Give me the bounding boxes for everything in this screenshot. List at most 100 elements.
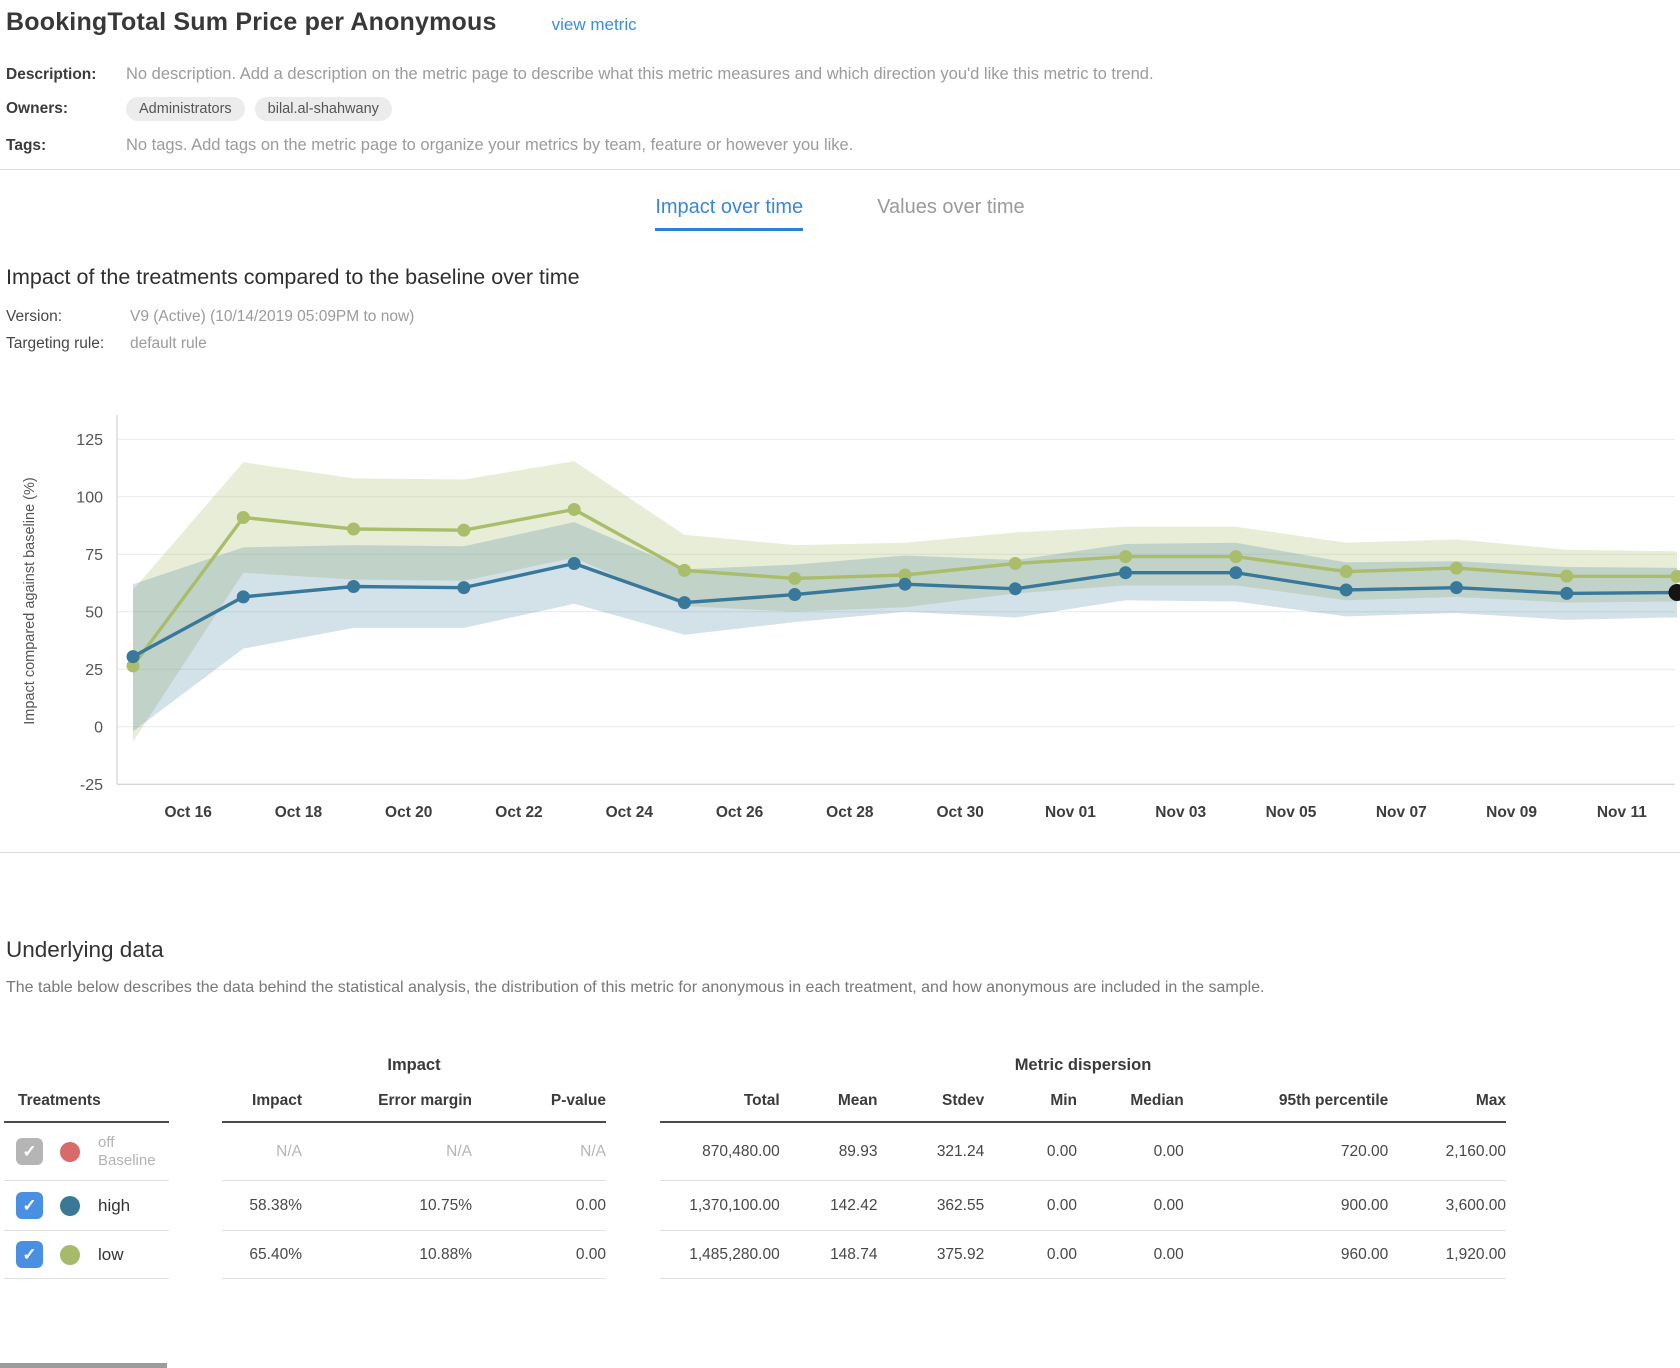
svg-text:0: 0 xyxy=(94,719,103,736)
treatment-checkbox-low[interactable]: ✓ xyxy=(16,1241,43,1268)
cell-impact: 65.40% xyxy=(222,1246,302,1264)
col-p-value: P-value xyxy=(472,1092,606,1110)
treatment-color-dot-low xyxy=(60,1245,80,1265)
svg-text:125: 125 xyxy=(76,432,103,449)
svg-text:Nov 05: Nov 05 xyxy=(1266,804,1317,821)
cell-max: 1,920.00 xyxy=(1388,1246,1506,1264)
targeting-rule-label: Targeting rule: xyxy=(6,335,130,353)
treatment-checkbox-off[interactable]: ✓ xyxy=(16,1138,43,1165)
cell-max: 2,160.00 xyxy=(1388,1143,1506,1161)
cell-min: 0.00 xyxy=(984,1246,1077,1264)
metric-dispersion-group-header: Metric dispersion xyxy=(660,1056,1506,1075)
col-error-margin: Error margin xyxy=(302,1092,472,1110)
scrollbar-fragment[interactable] xyxy=(0,1363,167,1368)
owner-chip: Administrators xyxy=(126,97,245,121)
description-row: Description: No description. Add a descr… xyxy=(6,63,1680,84)
cell-error-margin: 10.75% xyxy=(302,1197,472,1215)
svg-text:Impact compared against baseli: Impact compared against baseline (%) xyxy=(22,477,38,724)
page-title: BookingTotal Sum Price per Anonymous xyxy=(6,8,497,37)
svg-text:Oct 22: Oct 22 xyxy=(495,804,542,821)
col-treatments: Treatments xyxy=(18,1092,101,1110)
col-total: Total xyxy=(660,1092,780,1110)
svg-text:-25: -25 xyxy=(80,777,103,794)
chart-divider xyxy=(0,852,1680,853)
cell-mean: 148.74 xyxy=(780,1246,878,1264)
treatment-color-dot-high xyxy=(60,1196,80,1216)
cell-mean: 89.93 xyxy=(780,1143,878,1161)
underlying-data-table: Impact Metric dispersion Treatments Impa… xyxy=(0,1049,1680,1279)
table-row-off: ✓ off Baseline N/A N/A N/A 870,480.00 89… xyxy=(0,1123,1680,1181)
svg-text:Nov 11: Nov 11 xyxy=(1597,804,1647,821)
svg-text:Oct 26: Oct 26 xyxy=(716,804,764,821)
owner-chip: bilal.al-shahwany xyxy=(255,97,392,121)
table-row-low: ✓ low 65.40% 10.88% 0.00 1,485,280.00 14… xyxy=(0,1231,1680,1279)
cell-median: 0.00 xyxy=(1077,1143,1184,1161)
tags-row: Tags: No tags. Add tags on the metric pa… xyxy=(6,134,1680,155)
tab-impact-over-time[interactable]: Impact over time xyxy=(655,196,803,231)
targeting-rule-value: default rule xyxy=(130,335,207,353)
svg-text:Nov 09: Nov 09 xyxy=(1486,804,1537,821)
col-stdev: Stdev xyxy=(877,1092,984,1110)
treatment-name-high: high xyxy=(98,1196,130,1216)
svg-text:100: 100 xyxy=(76,489,103,506)
underlying-data-title: Underlying data xyxy=(0,937,1680,963)
cell-p-value: 0.00 xyxy=(472,1246,606,1264)
cell-total: 1,485,280.00 xyxy=(660,1246,780,1264)
cell-min: 0.00 xyxy=(984,1143,1077,1161)
checkmark-icon: ✓ xyxy=(22,1196,36,1216)
col-min: Min xyxy=(984,1092,1077,1110)
impact-chart[interactable]: 1251007550250-25Impact compared against … xyxy=(0,389,1680,846)
description-value: No description. Add a description on the… xyxy=(126,63,1154,84)
col-impact: Impact xyxy=(222,1092,302,1110)
owners-row: Owners: Administrators bilal.al-shahwany xyxy=(6,97,1680,121)
tags-value: No tags. Add tags on the metric page to … xyxy=(126,134,853,155)
impact-chart-svg[interactable]: 1251007550250-25Impact compared against … xyxy=(0,389,1680,841)
cell-impact: 58.38% xyxy=(222,1197,302,1215)
cell-impact: N/A xyxy=(222,1143,302,1161)
impact-group-header: Impact xyxy=(222,1056,606,1075)
tab-values-over-time[interactable]: Values over time xyxy=(877,196,1024,231)
cell-95th-percentile: 900.00 xyxy=(1184,1197,1389,1215)
version-row: Version: V9 (Active) (10/14/2019 05:09PM… xyxy=(6,308,1680,326)
cell-total: 870,480.00 xyxy=(660,1143,780,1161)
view-metric-link[interactable]: view metric xyxy=(552,15,637,35)
header-divider xyxy=(0,169,1680,170)
owners-label: Owners: xyxy=(6,97,126,118)
targeting-rule-row: Targeting rule: default rule xyxy=(6,335,1680,353)
cell-total: 1,370,100.00 xyxy=(660,1197,780,1215)
checkmark-icon: ✓ xyxy=(22,1245,36,1265)
metric-impact-page: BookingTotal Sum Price per Anonymous vie… xyxy=(0,0,1680,1368)
cell-error-margin: 10.88% xyxy=(302,1246,472,1264)
treatment-color-dot-off xyxy=(60,1142,80,1162)
cell-max: 3,600.00 xyxy=(1388,1197,1506,1215)
chart-tabs: Impact over time Values over time xyxy=(0,196,1680,231)
cell-95th-percentile: 720.00 xyxy=(1184,1143,1389,1161)
svg-text:Oct 20: Oct 20 xyxy=(385,804,432,821)
svg-text:25: 25 xyxy=(85,662,103,679)
svg-text:Oct 28: Oct 28 xyxy=(826,804,874,821)
table-group-header-row: Impact Metric dispersion xyxy=(0,1049,1680,1081)
underlying-data-description: The table below describes the data behin… xyxy=(0,979,1680,997)
svg-text:Nov 01: Nov 01 xyxy=(1045,804,1096,821)
svg-text:Nov 07: Nov 07 xyxy=(1376,804,1427,821)
cell-median: 0.00 xyxy=(1077,1246,1184,1264)
checkmark-icon: ✓ xyxy=(22,1142,36,1162)
cell-min: 0.00 xyxy=(984,1197,1077,1215)
tags-label: Tags: xyxy=(6,134,126,155)
cell-p-value: 0.00 xyxy=(472,1197,606,1215)
svg-text:75: 75 xyxy=(85,547,103,564)
treatment-checkbox-high[interactable]: ✓ xyxy=(16,1192,43,1219)
version-block: Version: V9 (Active) (10/14/2019 05:09PM… xyxy=(0,308,1680,353)
impact-section-title: Impact of the treatments compared to the… xyxy=(0,265,1680,290)
cell-p-value: N/A xyxy=(472,1143,606,1161)
svg-text:Oct 30: Oct 30 xyxy=(936,804,983,821)
cell-stdev: 375.92 xyxy=(877,1246,984,1264)
svg-text:Oct 16: Oct 16 xyxy=(164,804,212,821)
table-header-row: Treatments Impact Error margin P-value T… xyxy=(0,1081,1680,1123)
version-value: V9 (Active) (10/14/2019 05:09PM to now) xyxy=(130,308,414,326)
owner-chips: Administrators bilal.al-shahwany xyxy=(126,97,392,121)
metric-meta: Description: No description. Add a descr… xyxy=(0,63,1680,155)
table-row-high: ✓ high 58.38% 10.75% 0.00 1,370,100.00 1… xyxy=(0,1181,1680,1231)
version-label: Version: xyxy=(6,308,130,326)
cell-stdev: 362.55 xyxy=(877,1197,984,1215)
